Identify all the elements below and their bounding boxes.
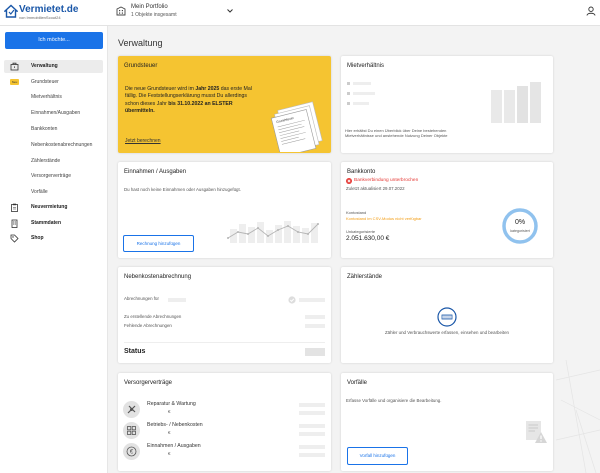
mietverhaeltnis-title: Mietverhältnis	[347, 63, 385, 69]
donut-value: 0%	[514, 219, 526, 226]
briefcase-icon	[10, 62, 19, 71]
house-logo-icon	[4, 4, 18, 18]
bankkonto-title: Bankkonto	[347, 169, 376, 175]
sidebar-item-bankkonten[interactable]: Bankkonten	[4, 123, 103, 136]
sidebar-item-neuvermietung[interactable]: Neuvermietung	[4, 201, 103, 214]
sidebar-item-zaehlerstaende[interactable]: Zählerstände	[4, 155, 103, 168]
sidebar-item-verwaltung[interactable]: Verwaltung	[4, 60, 103, 73]
sidebar-item-grundsteuer[interactable]: Neu Grundsteuer	[4, 76, 103, 89]
uncategorized-value: 2.051.630,00 €	[346, 235, 390, 242]
logo-title: Vermietet.de	[19, 4, 79, 15]
account-value: Kontostand im CSV-Modus nicht verfügbar	[346, 216, 422, 221]
sidebar-item-shop[interactable]: Shop	[4, 232, 103, 245]
nk-row-fehlend: Fehlende Abrechnungen	[124, 323, 172, 328]
bank-updated-text: Zuletzt aktualisiert 29.07.2022	[346, 186, 405, 191]
document-warning-icon	[526, 421, 547, 443]
top-bar: Vermietet.de von ImmobilienScout24 Mein …	[0, 0, 600, 26]
background-decoration	[556, 360, 600, 473]
donut-label: kategorisiert	[510, 229, 530, 233]
bank-error-text: Bankverbindung unterbrochen	[354, 178, 419, 183]
grid-icon	[123, 422, 140, 439]
rechnung-hinzufuegen-button[interactable]: Rechnung hinzufügen	[123, 235, 194, 252]
zaehlerstaende-card[interactable]: Zählerstände Zähler und Verbrauchswerte …	[341, 267, 553, 363]
sidebar-item-nebenkostenabrechnungen[interactable]: Nebenkostenabrechnungen	[4, 139, 103, 152]
zaehler-text: Zähler und Verbrauchswerte erfassen, ein…	[385, 330, 509, 335]
nebenkosten-title: Nebenkostenabrechnung	[124, 274, 192, 280]
sidebar-item-vorfaelle[interactable]: Vorfälle	[4, 186, 103, 199]
einnahmen-ausgaben-card: Einnahmen / Ausgaben Du hast noch keine …	[118, 162, 331, 258]
nk-status-label: Status	[124, 348, 146, 355]
euro-icon: €	[123, 443, 140, 460]
bankkonto-card: Bankkonto Bankverbindung unterbrochen Zu…	[341, 162, 553, 258]
versorger-row-unit: €	[168, 430, 171, 435]
ich-moechte-button[interactable]: Ich möchte...	[5, 32, 103, 49]
versorger-row-unit: €	[168, 409, 171, 414]
sidebar-item-stammdaten[interactable]: Stammdaten	[4, 217, 103, 230]
vorfall-hinzufuegen-button[interactable]: Vorfall hinzufügen	[347, 447, 408, 465]
vorfaelle-card: Vorfälle Erfasse Vorfälle und organisier…	[341, 373, 553, 471]
grundsteuer-text: Die neue Grundsteuer wird im Jahr 2025 d…	[125, 86, 252, 115]
grundsteuer-card: Grundsteuer Die neue Grundsteuer wird im…	[118, 56, 331, 153]
user-icon[interactable]	[586, 6, 596, 16]
versorger-title: Versorgerverträge	[124, 380, 173, 386]
nk-row-zu-erstellen: Zu erstellende Abrechnungen	[124, 314, 182, 319]
categorized-donut	[502, 208, 538, 244]
vorfaelle-text: Erfasse Vorfälle und organisiere die Bea…	[346, 398, 442, 403]
versorger-row-unit: €	[168, 451, 171, 456]
chevron-down-icon[interactable]	[226, 7, 234, 15]
sidebar-item-versorgervertraege[interactable]: Versorgerverträge	[4, 170, 103, 183]
logo[interactable]: Vermietet.de von ImmobilienScout24	[4, 4, 94, 22]
versorger-row-label: Reparatur & Wartung	[147, 401, 196, 407]
nk-row-abrechnungen: Abrechnungen für	[124, 296, 159, 301]
versorger-row-label: Einnahmen / Ausgaben	[147, 443, 201, 449]
vorfaelle-title: Vorfälle	[347, 380, 368, 386]
income-trend-line	[227, 223, 319, 239]
building-icon	[11, 219, 18, 228]
versorgervertraege-card: Versorgerverträge Reparatur & Wartung € …	[118, 373, 331, 471]
clipboard-icon	[11, 203, 18, 212]
portfolio-title: Mein Portfolio	[131, 4, 168, 10]
check-icon	[288, 296, 296, 304]
jetzt-berechnen-link[interactable]: Jetzt berechnen	[125, 138, 161, 144]
versorger-row-label: Betriebs- / Nebenkosten	[147, 422, 203, 428]
new-badge: Neu	[10, 79, 19, 85]
error-icon	[346, 178, 352, 184]
sidebar-item-einnahmen-ausgaben[interactable]: Einnahmen/Ausgaben	[4, 107, 103, 120]
einnahmen-text: Du hast noch keine Einnahmen oder Ausgab…	[124, 187, 241, 192]
einnahmen-title: Einnahmen / Ausgaben	[124, 169, 187, 175]
tag-icon	[10, 234, 19, 243]
mietverhaeltnis-card[interactable]: Mietverhältnis Hier erhältst Du einen Üb…	[341, 56, 553, 153]
logo-subtitle: von ImmobilienScout24	[19, 15, 61, 20]
sidebar: Ich möchte... Verwaltung Neu Grundsteuer…	[0, 26, 108, 473]
sidebar-item-mietverhaeltnis[interactable]: Mietverhältnis	[4, 91, 103, 104]
meter-icon	[437, 307, 457, 327]
zaehler-title: Zählerstände	[347, 274, 383, 280]
grundsteuer-title: Grundsteuer	[124, 63, 158, 69]
nebenkosten-card: Nebenkostenabrechnung Abrechnungen für Z…	[118, 267, 331, 363]
grundsteuer-documents-icon: Grundsteuer	[270, 101, 323, 152]
portfolio-subtitle: 1 Objekte insgesamt	[131, 12, 177, 18]
page-title: Verwaltung	[118, 38, 163, 48]
tools-icon	[123, 401, 140, 418]
mietverhaeltnis-text: Hier erhältst Du einen Überblick über De…	[345, 128, 448, 138]
building-icon	[116, 6, 126, 16]
